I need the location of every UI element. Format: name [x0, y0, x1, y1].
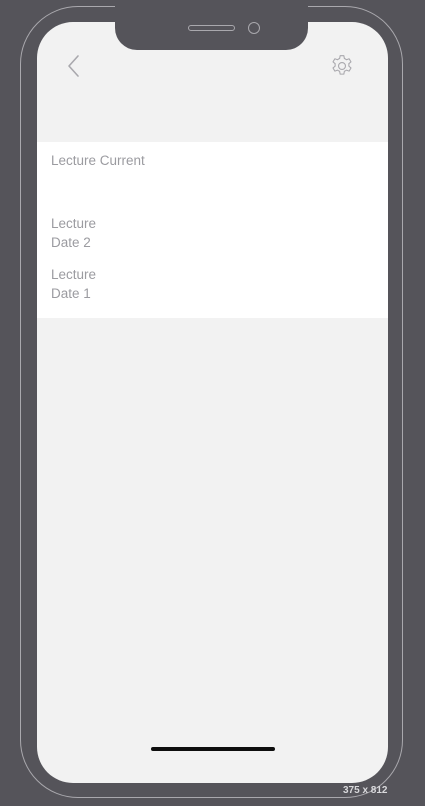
back-button[interactable] — [61, 52, 87, 80]
speaker-grille — [188, 25, 235, 31]
lecture-item-date-2[interactable]: Lecture Date 2 — [51, 214, 96, 252]
mockup-canvas: Lecture Current Lecture Date 2 Lecture D… — [0, 0, 425, 806]
camera-icon — [248, 22, 260, 34]
chevron-left-icon — [68, 55, 79, 77]
phone-notch — [115, 6, 308, 50]
settings-button[interactable] — [329, 53, 355, 79]
lecture-item-current[interactable]: Lecture Current — [51, 151, 145, 170]
gear-icon — [332, 55, 352, 75]
device-size-label: 375 x 812 — [343, 785, 388, 796]
lecture-list: Lecture Current Lecture Date 2 Lecture D… — [37, 142, 388, 318]
home-indicator — [151, 747, 275, 751]
phone-screen: Lecture Current Lecture Date 2 Lecture D… — [37, 22, 388, 783]
lecture-item-date-1[interactable]: Lecture Date 1 — [51, 265, 96, 303]
